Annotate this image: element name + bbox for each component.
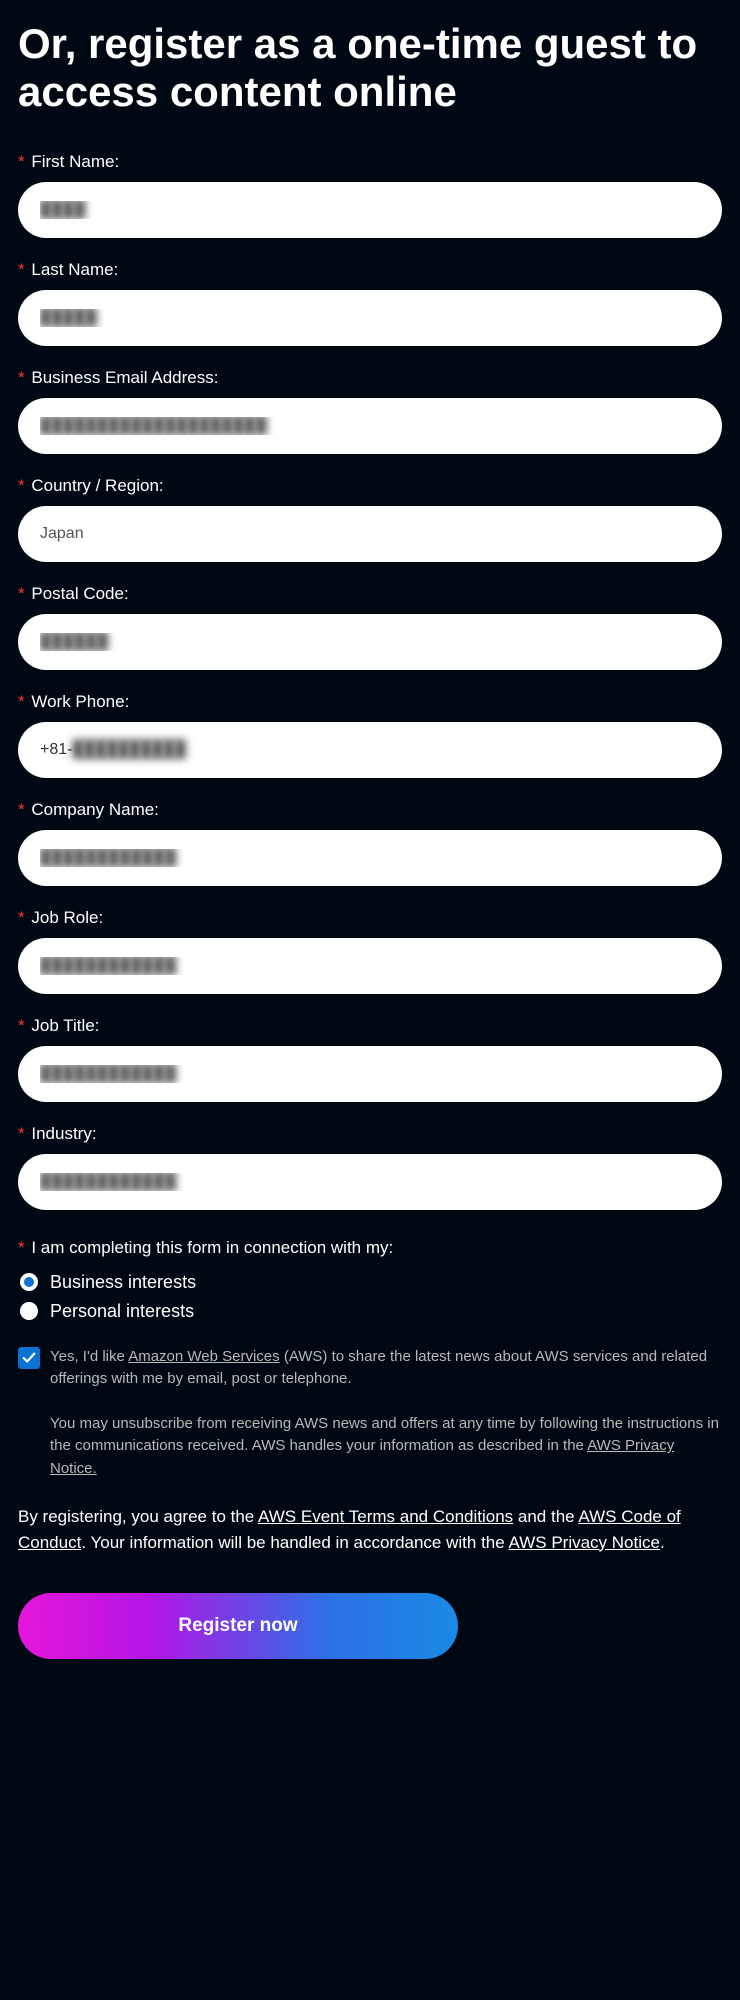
consent-row: Yes, I'd like Amazon Web Services (AWS) … [18, 1346, 722, 1391]
country-label: * Country / Region: [18, 476, 722, 496]
country-value: Japan [40, 525, 84, 543]
company-input[interactable] [18, 830, 722, 886]
job-title-label: * Job Title: [18, 1016, 722, 1036]
agreement-p3: . Your information will be handled in ac… [81, 1533, 508, 1552]
job-role-label: * Job Role: [18, 908, 722, 928]
label-text: Company Name: [31, 800, 159, 819]
radio-business[interactable]: Business interests [18, 1272, 722, 1293]
aws-link[interactable]: Amazon Web Services [128, 1348, 279, 1365]
register-button[interactable]: Register now [18, 1593, 458, 1659]
phone-input[interactable]: +81- ██████████ [18, 722, 722, 778]
last-name-label: * Last Name: [18, 260, 722, 280]
email-group: * Business Email Address: [18, 368, 722, 454]
first-name-input[interactable] [18, 182, 722, 238]
interests-label: * I am completing this form in connectio… [18, 1238, 722, 1258]
label-text: Business Email Address: [31, 368, 218, 387]
required-mark: * [18, 368, 25, 387]
company-group: * Company Name: [18, 800, 722, 886]
company-label: * Company Name: [18, 800, 722, 820]
label-text: Postal Code: [31, 584, 128, 603]
consent-text: Yes, I'd like Amazon Web Services (AWS) … [50, 1346, 722, 1391]
label-text: First Name: [31, 152, 119, 171]
job-role-input[interactable] [18, 938, 722, 994]
last-name-input[interactable] [18, 290, 722, 346]
phone-value: ██████████ [72, 741, 185, 759]
label-text: Country / Region: [31, 476, 163, 495]
agreement-text: By registering, you agree to the AWS Eve… [18, 1504, 722, 1555]
industry-input[interactable] [18, 1154, 722, 1210]
consent-prefix: Yes, I'd like [50, 1348, 128, 1365]
agreement-p2: and the [513, 1507, 578, 1526]
country-select[interactable]: Japan [18, 506, 722, 562]
label-text: Industry: [31, 1124, 96, 1143]
required-mark: * [18, 908, 25, 927]
required-mark: * [18, 692, 25, 711]
industry-label: * Industry: [18, 1124, 722, 1144]
required-mark: * [18, 1238, 25, 1257]
phone-label: * Work Phone: [18, 692, 722, 712]
required-mark: * [18, 152, 25, 171]
agreement-p1: By registering, you agree to the [18, 1507, 258, 1526]
terms-link[interactable]: AWS Event Terms and Conditions [258, 1507, 513, 1526]
required-mark: * [18, 260, 25, 279]
job-title-group: * Job Title: [18, 1016, 722, 1102]
required-mark: * [18, 800, 25, 819]
phone-group: * Work Phone: +81- ██████████ [18, 692, 722, 778]
last-name-group: * Last Name: [18, 260, 722, 346]
radio-icon [20, 1273, 38, 1291]
label-text: I am completing this form in connection … [31, 1238, 393, 1257]
label-text: Job Title: [31, 1016, 99, 1035]
check-icon [22, 1351, 36, 1365]
country-group: * Country / Region: Japan [18, 476, 722, 562]
radio-label-text: Business interests [50, 1272, 196, 1293]
radio-label-text: Personal interests [50, 1301, 194, 1322]
consent-checkbox[interactable] [18, 1347, 40, 1369]
first-name-label: * First Name: [18, 152, 722, 172]
label-text: Job Role: [31, 908, 103, 927]
industry-group: * Industry: [18, 1124, 722, 1210]
email-label: * Business Email Address: [18, 368, 722, 388]
postal-group: * Postal Code: [18, 584, 722, 670]
agreement-p4: . [660, 1533, 665, 1552]
unsubscribe-text: You may unsubscribe from receiving AWS n… [18, 1413, 722, 1481]
required-mark: * [18, 1016, 25, 1035]
label-text: Work Phone: [31, 692, 129, 711]
interests-group: * I am completing this form in connectio… [18, 1238, 722, 1322]
postal-label: * Postal Code: [18, 584, 722, 604]
phone-prefix: +81- [40, 741, 72, 759]
email-input[interactable] [18, 398, 722, 454]
required-mark: * [18, 476, 25, 495]
postal-input[interactable] [18, 614, 722, 670]
label-text: Last Name: [31, 260, 118, 279]
required-mark: * [18, 584, 25, 603]
job-title-input[interactable] [18, 1046, 722, 1102]
first-name-group: * First Name: [18, 152, 722, 238]
radio-icon [20, 1302, 38, 1320]
radio-personal[interactable]: Personal interests [18, 1301, 722, 1322]
page-title: Or, register as a one-time guest to acce… [18, 20, 722, 117]
required-mark: * [18, 1124, 25, 1143]
job-role-group: * Job Role: [18, 908, 722, 994]
privacy-link[interactable]: AWS Privacy Notice [509, 1533, 660, 1552]
